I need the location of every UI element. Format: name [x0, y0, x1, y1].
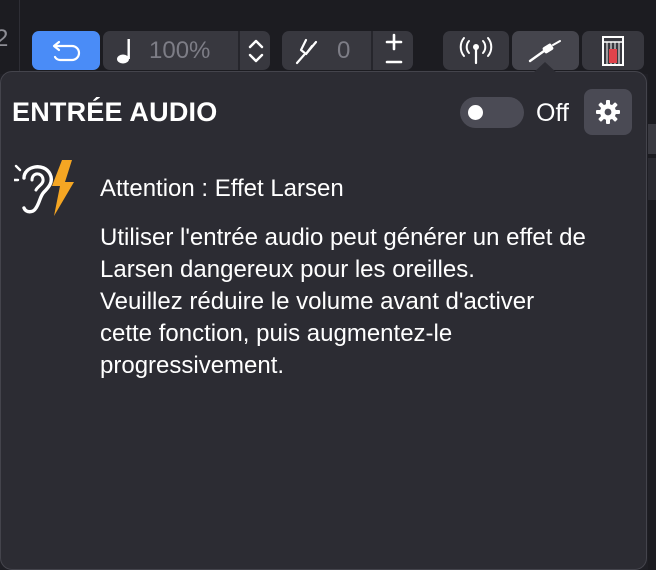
gear-icon — [596, 100, 620, 124]
background-panel-header — [648, 124, 656, 154]
toolbar: 2 100% 0 — [0, 0, 656, 74]
tuning-divider — [371, 31, 373, 70]
edge-number: 2 — [0, 25, 9, 52]
popover-title: ENTRÉE AUDIO — [12, 97, 218, 127]
broadcast-antenna-icon — [459, 36, 493, 64]
warning-line-4: cette fonction, puis augmentez-le — [100, 320, 453, 347]
chevron-up-down-icon[interactable] — [244, 35, 268, 67]
warning-line-1: Utiliser l'entrée audio peut générer un … — [100, 224, 586, 251]
tempo-divider — [238, 31, 240, 70]
edge-divider — [19, 0, 20, 74]
audio-input-toggle[interactable] — [460, 97, 524, 128]
popover-arrow — [533, 62, 557, 73]
tuning-value[interactable]: 0 — [337, 38, 350, 64]
warning-title: Attention : Effet Larsen — [100, 175, 344, 202]
background-panel-row — [648, 158, 656, 200]
loop-back-icon — [52, 40, 81, 61]
app-window: 2 100% 0 ENTRÉE AUDIO Off Attention: Ef… — [0, 0, 656, 570]
tuning-control: 0 — [282, 31, 413, 70]
audio-broadcast-button[interactable] — [443, 31, 509, 70]
settings-button[interactable] — [584, 89, 632, 135]
music-note-icon — [117, 39, 130, 64]
warning-line-2: Larsen dangereux pour les oreilles. — [100, 256, 475, 283]
audio-cable-icon — [528, 39, 561, 62]
toggle-knob — [468, 105, 483, 120]
tempo-control: 100% — [103, 31, 270, 70]
level-meter-button[interactable] — [582, 31, 644, 70]
toggle-state-label: Off — [536, 99, 569, 127]
loop-button[interactable] — [32, 31, 100, 70]
level-meter-icon — [602, 35, 624, 66]
plus-minus-icon[interactable] — [379, 32, 409, 70]
ear-lightning-icon — [14, 160, 74, 216]
warning-line-3: Veuillez réduire le volume avant d'activ… — [100, 288, 535, 315]
tempo-value[interactable]: 100% — [149, 38, 210, 64]
tuning-fork-icon — [295, 38, 318, 65]
warning-line-5: progressivement. — [100, 352, 285, 379]
